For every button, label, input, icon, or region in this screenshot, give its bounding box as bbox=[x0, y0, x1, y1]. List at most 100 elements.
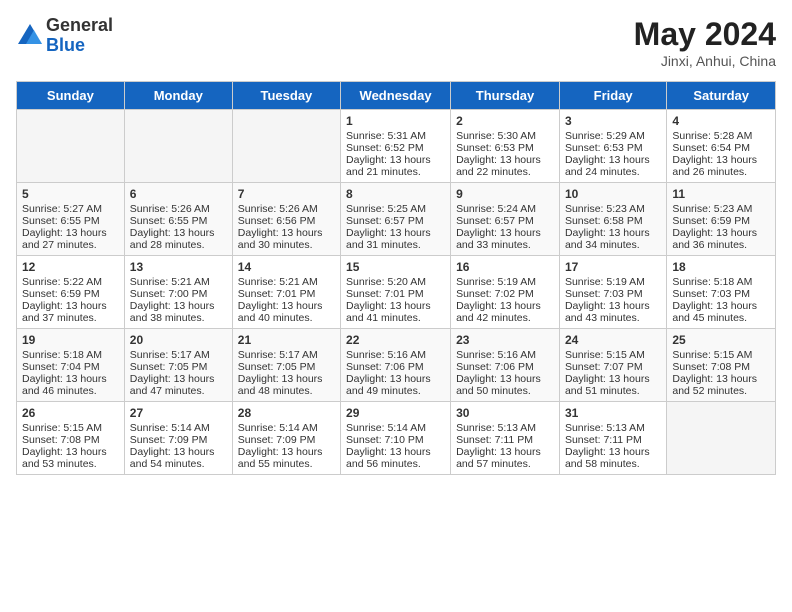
calendar-week-row: 19Sunrise: 5:18 AMSunset: 7:04 PMDayligh… bbox=[17, 329, 776, 402]
calendar-table: SundayMondayTuesdayWednesdayThursdayFrid… bbox=[16, 81, 776, 475]
calendar-cell: 4Sunrise: 5:28 AMSunset: 6:54 PMDaylight… bbox=[667, 110, 776, 183]
calendar-cell: 30Sunrise: 5:13 AMSunset: 7:11 PMDayligh… bbox=[451, 402, 560, 475]
daylight-text: Daylight: 13 hours and 46 minutes. bbox=[22, 373, 119, 397]
calendar-cell: 17Sunrise: 5:19 AMSunset: 7:03 PMDayligh… bbox=[559, 256, 666, 329]
sunset-text: Sunset: 6:52 PM bbox=[346, 142, 445, 154]
calendar-cell: 29Sunrise: 5:14 AMSunset: 7:10 PMDayligh… bbox=[341, 402, 451, 475]
location: Jinxi, Anhui, China bbox=[634, 53, 776, 69]
sunrise-text: Sunrise: 5:21 AM bbox=[238, 276, 335, 288]
sunrise-text: Sunrise: 5:17 AM bbox=[130, 349, 227, 361]
sunset-text: Sunset: 7:11 PM bbox=[565, 434, 661, 446]
calendar-cell bbox=[17, 110, 125, 183]
sunrise-text: Sunrise: 5:29 AM bbox=[565, 130, 661, 142]
sunset-text: Sunset: 6:53 PM bbox=[456, 142, 554, 154]
calendar-cell: 25Sunrise: 5:15 AMSunset: 7:08 PMDayligh… bbox=[667, 329, 776, 402]
day-number: 30 bbox=[456, 406, 554, 420]
calendar-cell: 18Sunrise: 5:18 AMSunset: 7:03 PMDayligh… bbox=[667, 256, 776, 329]
sunrise-text: Sunrise: 5:13 AM bbox=[565, 422, 661, 434]
daylight-text: Daylight: 13 hours and 41 minutes. bbox=[346, 300, 445, 324]
header-day: Monday bbox=[124, 82, 232, 110]
daylight-text: Daylight: 13 hours and 45 minutes. bbox=[672, 300, 770, 324]
sunset-text: Sunset: 6:57 PM bbox=[456, 215, 554, 227]
daylight-text: Daylight: 13 hours and 31 minutes. bbox=[346, 227, 445, 251]
sunset-text: Sunset: 6:55 PM bbox=[22, 215, 119, 227]
day-number: 31 bbox=[565, 406, 661, 420]
sunrise-text: Sunrise: 5:13 AM bbox=[456, 422, 554, 434]
month-year: May 2024 bbox=[634, 16, 776, 53]
sunset-text: Sunset: 7:09 PM bbox=[130, 434, 227, 446]
sunrise-text: Sunrise: 5:28 AM bbox=[672, 130, 770, 142]
sunrise-text: Sunrise: 5:18 AM bbox=[22, 349, 119, 361]
daylight-text: Daylight: 13 hours and 28 minutes. bbox=[130, 227, 227, 251]
sunset-text: Sunset: 7:09 PM bbox=[238, 434, 335, 446]
daylight-text: Daylight: 13 hours and 54 minutes. bbox=[130, 446, 227, 470]
calendar-cell: 9Sunrise: 5:24 AMSunset: 6:57 PMDaylight… bbox=[451, 183, 560, 256]
calendar-cell bbox=[667, 402, 776, 475]
daylight-text: Daylight: 13 hours and 51 minutes. bbox=[565, 373, 661, 397]
logo-blue: Blue bbox=[46, 36, 113, 56]
day-number: 9 bbox=[456, 187, 554, 201]
sunrise-text: Sunrise: 5:16 AM bbox=[456, 349, 554, 361]
day-number: 23 bbox=[456, 333, 554, 347]
daylight-text: Daylight: 13 hours and 27 minutes. bbox=[22, 227, 119, 251]
daylight-text: Daylight: 13 hours and 22 minutes. bbox=[456, 154, 554, 178]
calendar-cell: 24Sunrise: 5:15 AMSunset: 7:07 PMDayligh… bbox=[559, 329, 666, 402]
daylight-text: Daylight: 13 hours and 49 minutes. bbox=[346, 373, 445, 397]
sunrise-text: Sunrise: 5:26 AM bbox=[238, 203, 335, 215]
day-number: 12 bbox=[22, 260, 119, 274]
sunrise-text: Sunrise: 5:22 AM bbox=[22, 276, 119, 288]
daylight-text: Daylight: 13 hours and 21 minutes. bbox=[346, 154, 445, 178]
calendar-cell: 20Sunrise: 5:17 AMSunset: 7:05 PMDayligh… bbox=[124, 329, 232, 402]
day-number: 24 bbox=[565, 333, 661, 347]
sunset-text: Sunset: 6:55 PM bbox=[130, 215, 227, 227]
calendar-cell: 22Sunrise: 5:16 AMSunset: 7:06 PMDayligh… bbox=[341, 329, 451, 402]
day-number: 5 bbox=[22, 187, 119, 201]
sunset-text: Sunset: 7:08 PM bbox=[22, 434, 119, 446]
day-number: 6 bbox=[130, 187, 227, 201]
daylight-text: Daylight: 13 hours and 30 minutes. bbox=[238, 227, 335, 251]
calendar-cell: 2 Sunrise: 5:30 AMSunset: 6:53 PMDaylight… bbox=[451, 110, 560, 183]
sunset-text: Sunset: 6:58 PM bbox=[565, 215, 661, 227]
day-number: 29 bbox=[346, 406, 445, 420]
daylight-text: Daylight: 13 hours and 50 minutes. bbox=[456, 373, 554, 397]
header-day: Tuesday bbox=[232, 82, 340, 110]
sunset-text: Sunset: 6:56 PM bbox=[238, 215, 335, 227]
day-number: 2 bbox=[456, 114, 554, 128]
daylight-text: Daylight: 13 hours and 56 minutes. bbox=[346, 446, 445, 470]
header-day: Friday bbox=[559, 82, 666, 110]
calendar-cell bbox=[232, 110, 340, 183]
sunrise-text: Sunrise: 5:17 AM bbox=[238, 349, 335, 361]
day-number: 3 bbox=[565, 114, 661, 128]
daylight-text: Daylight: 13 hours and 33 minutes. bbox=[456, 227, 554, 251]
sunrise-text: Sunrise: 5:14 AM bbox=[130, 422, 227, 434]
daylight-text: Daylight: 13 hours and 34 minutes. bbox=[565, 227, 661, 251]
calendar-cell: 28Sunrise: 5:14 AMSunset: 7:09 PMDayligh… bbox=[232, 402, 340, 475]
logo-text: General Blue bbox=[46, 16, 113, 56]
day-number: 19 bbox=[22, 333, 119, 347]
header-day: Saturday bbox=[667, 82, 776, 110]
sunrise-text: Sunrise: 5:31 AM bbox=[346, 130, 445, 142]
calendar-cell: 12Sunrise: 5:22 AMSunset: 6:59 PMDayligh… bbox=[17, 256, 125, 329]
sunset-text: Sunset: 6:59 PM bbox=[672, 215, 770, 227]
calendar-cell: 16Sunrise: 5:19 AMSunset: 7:02 PMDayligh… bbox=[451, 256, 560, 329]
daylight-text: Daylight: 13 hours and 48 minutes. bbox=[238, 373, 335, 397]
sunrise-text: Sunrise: 5:27 AM bbox=[22, 203, 119, 215]
sunset-text: Sunset: 6:57 PM bbox=[346, 215, 445, 227]
sunrise-text: Sunrise: 5:19 AM bbox=[456, 276, 554, 288]
sunrise-text: Sunrise: 5:14 AM bbox=[346, 422, 445, 434]
day-number: 10 bbox=[565, 187, 661, 201]
daylight-text: Daylight: 13 hours and 47 minutes. bbox=[130, 373, 227, 397]
day-number: 14 bbox=[238, 260, 335, 274]
day-number: 7 bbox=[238, 187, 335, 201]
daylight-text: Daylight: 13 hours and 53 minutes. bbox=[22, 446, 119, 470]
sunrise-text: Sunrise: 5:30 AM bbox=[456, 130, 554, 142]
sunset-text: Sunset: 7:01 PM bbox=[346, 288, 445, 300]
daylight-text: Daylight: 13 hours and 58 minutes. bbox=[565, 446, 661, 470]
day-number: 26 bbox=[22, 406, 119, 420]
sunset-text: Sunset: 7:02 PM bbox=[456, 288, 554, 300]
day-number: 21 bbox=[238, 333, 335, 347]
calendar-cell: 3Sunrise: 5:29 AMSunset: 6:53 PMDaylight… bbox=[559, 110, 666, 183]
sunrise-text: Sunrise: 5:19 AM bbox=[565, 276, 661, 288]
calendar-cell: 19Sunrise: 5:18 AMSunset: 7:04 PMDayligh… bbox=[17, 329, 125, 402]
daylight-text: Daylight: 13 hours and 43 minutes. bbox=[565, 300, 661, 324]
